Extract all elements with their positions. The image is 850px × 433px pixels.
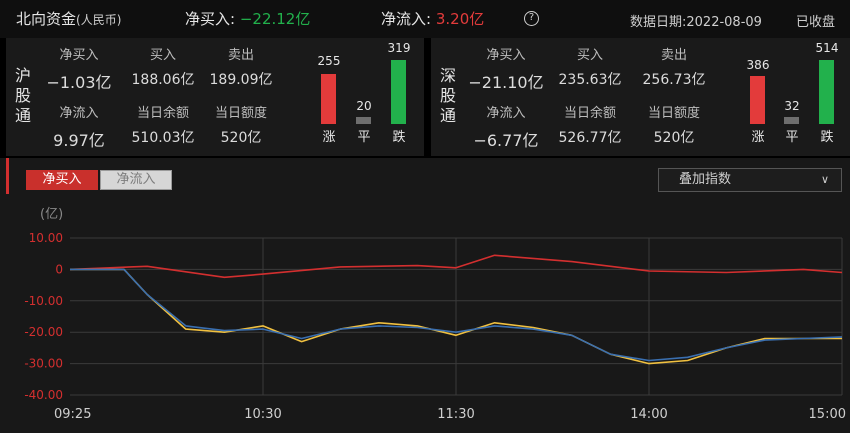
y-tick-label: -30.00	[24, 357, 63, 371]
x-tick-label: 11:30	[437, 407, 474, 422]
x-tick-label: 14:00	[630, 407, 667, 422]
x-tick-label: 10:30	[244, 407, 281, 422]
x-tick-label: 15:00	[809, 407, 846, 422]
y-tick-label: 10.00	[29, 231, 63, 245]
y-tick-label: -20.00	[24, 325, 63, 339]
y-tick-label: -40.00	[24, 388, 63, 402]
y-tick-label: -10.00	[24, 294, 63, 308]
flow-chart: 10.00 0 -10.00 -20.00 -30.00 -40.00 09:25 10:30…	[24, 231, 846, 422]
y-tick-label: 0	[55, 262, 63, 276]
x-tick-label: 09:25	[54, 407, 91, 422]
